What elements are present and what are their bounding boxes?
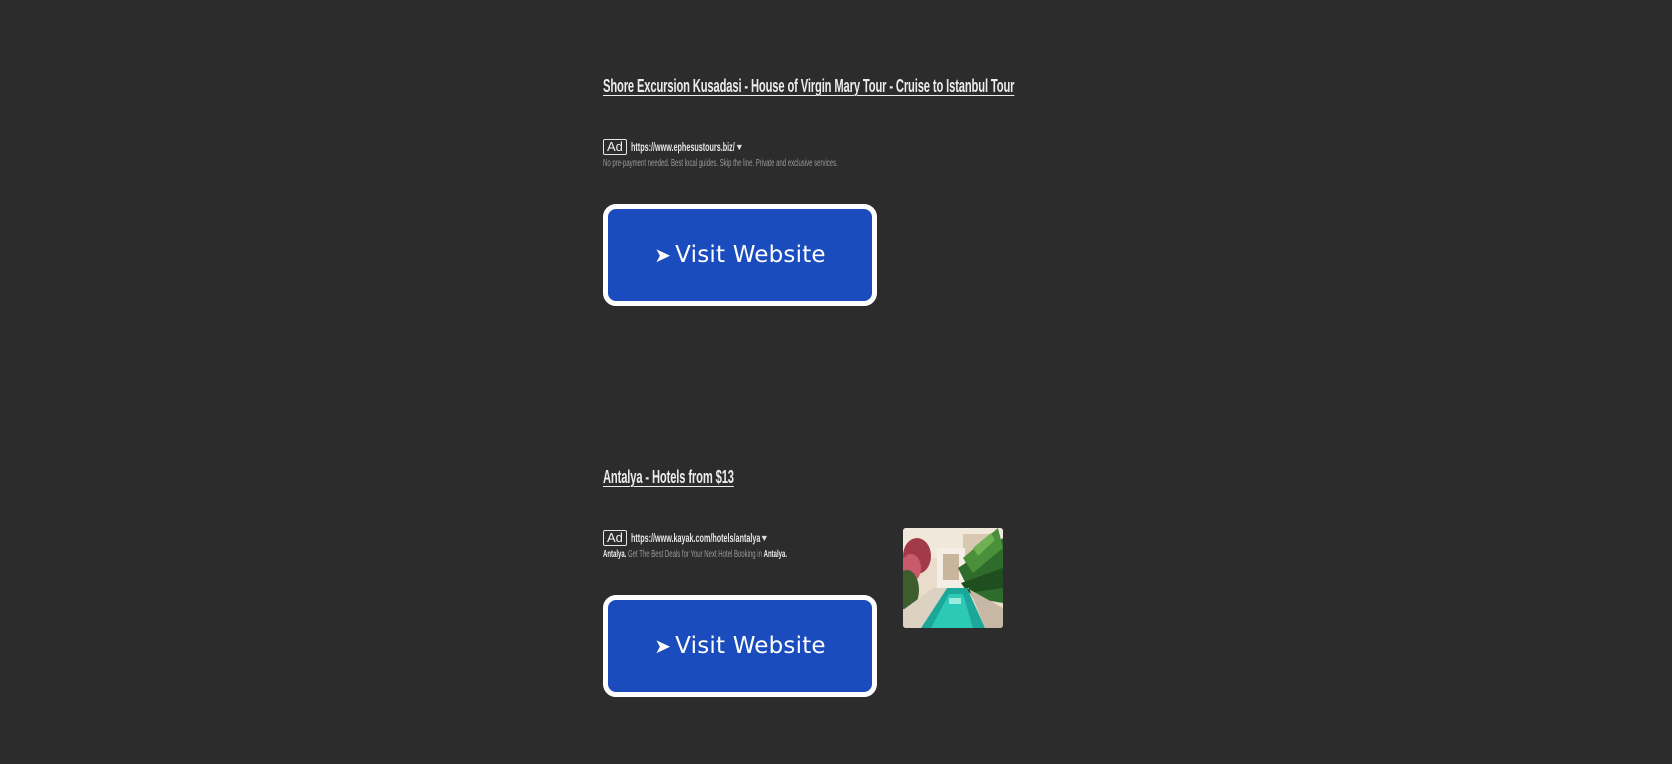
ad-url-wrap: https://www.ephesustours.biz/	[631, 138, 735, 156]
hotel-pool-image	[903, 528, 1003, 628]
ad-url-row: Ad https://www.ephesustours.biz/ ▼	[603, 138, 744, 156]
arrow-right-icon: ➤	[654, 634, 672, 658]
ad-url-wrap: https://www.kayak.com/hotels/antalya	[631, 529, 760, 547]
ad-badge: Ad	[603, 139, 627, 155]
ad-url-row: Ad https://www.kayak.com/hotels/antalya …	[603, 529, 769, 547]
ad-description-keyword: Antalya.	[603, 549, 627, 560]
ad-title-link[interactable]: Antalya - Hotels from $13	[603, 465, 734, 489]
ad-description-keyword: Antalya.	[763, 549, 787, 560]
visit-website-label: Visit Website	[675, 633, 826, 659]
ad-description: Antalya. Get The Best Deals for Your Nex…	[603, 549, 787, 561]
hotel-pool-thumbnail[interactable]	[903, 528, 1003, 628]
ad-url-link[interactable]: https://www.kayak.com/hotels/antalya	[631, 531, 760, 545]
arrow-right-icon: ➤	[654, 243, 672, 267]
caret-down-icon[interactable]: ▼	[735, 142, 744, 152]
visit-website-button[interactable]: ➤ Visit Website	[603, 204, 877, 306]
ad-badge: Ad	[603, 530, 627, 546]
ad-description-text: Get The Best Deals for Your Next Hotel B…	[626, 549, 764, 560]
ad-title-link[interactable]: Shore Excursion Kusadasi - House of Virg…	[603, 74, 1014, 98]
visit-website-label: Visit Website	[675, 242, 826, 268]
caret-down-icon[interactable]: ▼	[760, 533, 769, 543]
ad-url-link[interactable]: https://www.ephesustours.biz/	[631, 140, 735, 154]
ad-description: No pre-payment needed. Best local guides…	[603, 158, 838, 169]
visit-website-button[interactable]: ➤ Visit Website	[603, 595, 877, 697]
